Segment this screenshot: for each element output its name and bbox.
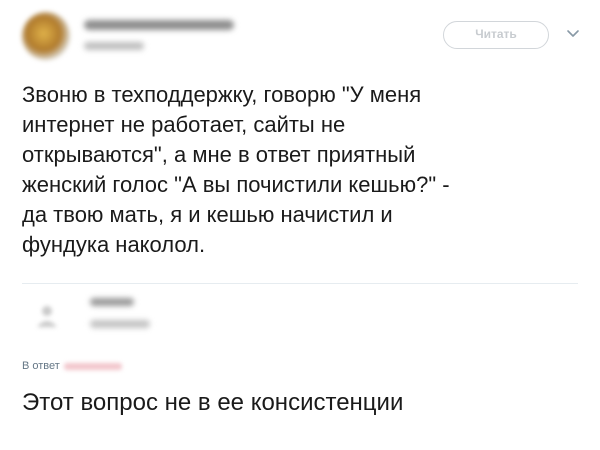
author-handle-blurred xyxy=(84,42,144,50)
reply-to-handle-blurred[interactable] xyxy=(63,362,122,370)
reply-to-label: В ответ xyxy=(22,360,60,372)
avatar[interactable] xyxy=(22,12,70,60)
reply-avatar[interactable] xyxy=(34,303,60,329)
divider xyxy=(22,283,578,284)
tweet-header: Читать xyxy=(22,10,582,70)
reply-author-handle-blurred xyxy=(90,320,150,328)
reply-author-name-blurred[interactable] xyxy=(90,298,134,306)
author-name-blurred[interactable] xyxy=(84,20,234,30)
chevron-down-icon[interactable] xyxy=(566,26,580,40)
follow-button[interactable]: Читать xyxy=(443,21,549,49)
reply-to: В ответ xyxy=(22,360,122,372)
tweet-text: Звоню в техподдержку, говорю "У меня инт… xyxy=(22,82,450,257)
reply-text: Этот вопрос не в ее консистенции xyxy=(22,389,404,416)
